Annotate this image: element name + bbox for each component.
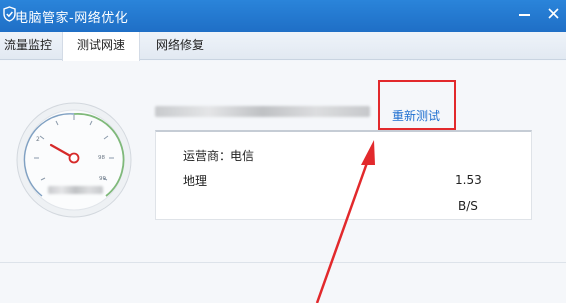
retest-link[interactable]: 重新测试: [392, 107, 440, 124]
obscured-speed-readout: [48, 186, 103, 194]
close-icon: [548, 8, 559, 19]
close-button[interactable]: [543, 4, 565, 24]
latency-value: 1.53: [455, 173, 482, 187]
speedometer-gauge: 2 98 99: [16, 102, 132, 218]
isp-value: 电信: [230, 149, 255, 163]
tab-bar: 流量监控 测试网速 网络修复: [0, 32, 566, 61]
divider: [0, 262, 566, 263]
tab-traffic-monitor[interactable]: 流量监控: [0, 32, 56, 60]
window-title: 电脑管家-网络优化: [15, 11, 129, 26]
obscured-status-text: [155, 106, 370, 117]
address-label: 地理: [183, 174, 208, 188]
tab-network-repair[interactable]: 网络修复: [148, 32, 212, 60]
isp-label: 运营商：: [183, 149, 232, 163]
speed-unit: B/S: [458, 199, 478, 213]
gauge-label-max: 99: [99, 176, 106, 182]
title-bar: 电脑管家-网络优化: [0, 0, 566, 32]
gauge-label-low: 2: [36, 136, 40, 143]
tab-speed-test[interactable]: 测试网速: [62, 32, 140, 61]
minimize-button[interactable]: [514, 4, 536, 24]
gauge-label-high: 98: [98, 155, 105, 161]
